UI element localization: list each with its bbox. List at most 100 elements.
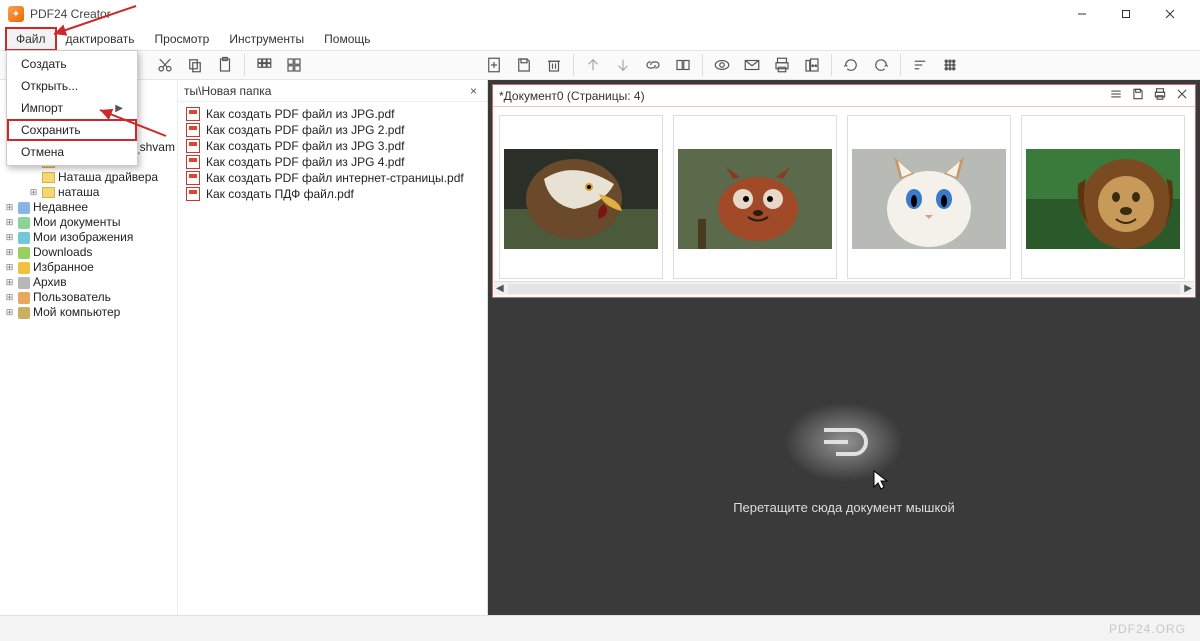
print-button[interactable] xyxy=(767,51,797,79)
link-button[interactable] xyxy=(638,51,668,79)
scrollbar-track[interactable] xyxy=(508,284,1181,294)
tree-item-label: Избранное xyxy=(33,260,94,275)
window-minimize-button[interactable] xyxy=(1060,0,1104,28)
file-menu-open[interactable]: Открыть... xyxy=(7,75,137,97)
file-menu-save-label: Сохранить xyxy=(21,123,81,137)
copy-button[interactable] xyxy=(180,51,210,79)
align-button[interactable] xyxy=(668,51,698,79)
path-text: ты\Новая папка xyxy=(184,84,271,98)
file-list[interactable]: Как создать PDF файл из JPG.pdfКак созда… xyxy=(178,102,487,206)
tree-expand-icon[interactable]: ⊞ xyxy=(4,305,15,320)
file-menu-cancel[interactable]: Отмена xyxy=(7,141,137,163)
tree-item-label: Мои документы xyxy=(33,215,120,230)
file-row[interactable]: Как создать PDF файл из JPG 4.pdf xyxy=(178,154,487,170)
folder-icon xyxy=(42,187,55,198)
file-row[interactable]: Как создать ПДФ файл.pdf xyxy=(178,186,487,202)
file-row[interactable]: Как создать PDF файл из JPG.pdf xyxy=(178,106,487,122)
paste-button[interactable] xyxy=(210,51,240,79)
page-thumb-2[interactable] xyxy=(673,115,837,279)
doc-save-icon[interactable] xyxy=(1131,87,1145,104)
file-menu-open-label: Открыть... xyxy=(21,79,78,93)
rotate-left-button[interactable] xyxy=(836,51,866,79)
tree-item-label: Downloads xyxy=(33,245,92,260)
document-workspace: *Документ0 (Страницы: 4) xyxy=(488,80,1200,615)
tree-expand-icon[interactable]: ⊞ xyxy=(4,290,15,305)
tree-expand-icon[interactable]: ⊞ xyxy=(4,230,15,245)
menu-tools[interactable]: Инструменты xyxy=(219,28,314,50)
computer-icon xyxy=(18,307,30,319)
sort-button[interactable] xyxy=(905,51,935,79)
menu-bar: Файл дактировать Просмотр Инструменты По… xyxy=(0,28,1200,50)
docs-icon xyxy=(18,217,30,229)
tree-item[interactable]: ⊞ Недавнее xyxy=(2,200,177,215)
tree-item[interactable]: Наташа драйвера xyxy=(2,170,177,185)
file-row[interactable]: Как создать PDF файл из JPG 3.pdf xyxy=(178,138,487,154)
file-row[interactable]: Как создать PDF файл интернет-страницы.p… xyxy=(178,170,487,186)
grid-large-button[interactable] xyxy=(279,51,309,79)
menu-file[interactable]: Файл xyxy=(6,28,56,50)
grid-small-button[interactable] xyxy=(249,51,279,79)
delete-button[interactable] xyxy=(539,51,569,79)
save-button[interactable] xyxy=(509,51,539,79)
tree-expand-icon[interactable]: ⊞ xyxy=(4,275,15,290)
recent-icon xyxy=(18,202,30,214)
drop-zone-hint: Перетащите сюда документ мышкой xyxy=(733,500,955,515)
tree-item[interactable]: ⊞ Мои документы xyxy=(2,215,177,230)
thumbnails-scrollbar[interactable]: ◀ ▶ xyxy=(494,281,1194,295)
new-page-button[interactable] xyxy=(479,51,509,79)
document-header: *Документ0 (Страницы: 4) xyxy=(493,85,1195,107)
drop-zone[interactable]: Перетащите сюда документ мышкой xyxy=(488,302,1200,615)
cut-button[interactable] xyxy=(150,51,180,79)
chevron-right-icon: ▶ xyxy=(115,103,123,114)
tree-item[interactable]: ⊞Мои изображения xyxy=(2,230,177,245)
scroll-right-icon[interactable]: ▶ xyxy=(1184,283,1192,294)
tree-item[interactable]: ⊞ Избранное xyxy=(2,260,177,275)
tree-item[interactable]: ⊞ Downloads xyxy=(2,245,177,260)
tree-item[interactable]: ⊞Архив xyxy=(2,275,177,290)
scroll-left-icon[interactable]: ◀ xyxy=(496,283,504,294)
tree-expand-icon[interactable]: ⊞ xyxy=(4,215,15,230)
tree-item[interactable]: ⊞Пользователь xyxy=(2,290,177,305)
preview-button[interactable] xyxy=(707,51,737,79)
doc-menu-icon[interactable] xyxy=(1109,87,1123,104)
path-close-button[interactable]: × xyxy=(466,84,481,98)
file-menu-save[interactable]: Сохранить xyxy=(7,119,137,141)
window-close-button[interactable] xyxy=(1148,0,1192,28)
file-name: Как создать PDF файл интернет-страницы.p… xyxy=(206,171,464,185)
file-menu-create[interactable]: Создать xyxy=(7,53,137,75)
status-bar: PDF24.ORG xyxy=(0,615,1200,641)
page-thumb-3[interactable] xyxy=(847,115,1011,279)
images-icon xyxy=(18,232,30,244)
title-bar: ✦ PDF24 Creator xyxy=(0,0,1200,28)
tree-item[interactable]: ⊞наташа xyxy=(2,185,177,200)
tree-expand-icon[interactable]: ⊞ xyxy=(4,200,15,215)
path-bar: ты\Новая папка × xyxy=(178,80,487,102)
file-menu-import[interactable]: Импорт▶ xyxy=(7,97,137,119)
pdf-file-icon xyxy=(186,155,200,169)
rotate-right-button[interactable] xyxy=(866,51,896,79)
menu-view[interactable]: Просмотр xyxy=(145,28,220,50)
menu-help[interactable]: Помощь xyxy=(314,28,380,50)
file-name: Как создать PDF файл из JPG 4.pdf xyxy=(206,155,404,169)
fax-button[interactable] xyxy=(797,51,827,79)
file-name: Как создать ПДФ файл.pdf xyxy=(206,187,354,201)
move-up-button[interactable] xyxy=(578,51,608,79)
menu-edit[interactable]: дактировать xyxy=(56,28,145,50)
doc-print-icon[interactable] xyxy=(1153,87,1167,104)
page-thumb-4[interactable] xyxy=(1021,115,1185,279)
tree-item-label: Недавнее xyxy=(33,200,88,215)
tree-expand-icon[interactable]: ⊞ xyxy=(28,185,39,200)
move-down-button[interactable] xyxy=(608,51,638,79)
tree-item[interactable]: ⊞Мой компьютер xyxy=(2,305,177,320)
downloads-icon xyxy=(18,247,30,259)
tree-expand-icon[interactable]: ⊞ xyxy=(4,260,15,275)
tree-expand-icon[interactable]: ⊞ xyxy=(4,245,15,260)
email-button[interactable] xyxy=(737,51,767,79)
document-title: *Документ0 (Страницы: 4) xyxy=(499,89,645,103)
page-thumb-1[interactable] xyxy=(499,115,663,279)
file-row[interactable]: Как создать PDF файл из JPG 2.pdf xyxy=(178,122,487,138)
doc-close-icon[interactable] xyxy=(1175,87,1189,104)
page-thumbnails xyxy=(493,107,1195,281)
apps-button[interactable] xyxy=(935,51,965,79)
window-maximize-button[interactable] xyxy=(1104,0,1148,28)
